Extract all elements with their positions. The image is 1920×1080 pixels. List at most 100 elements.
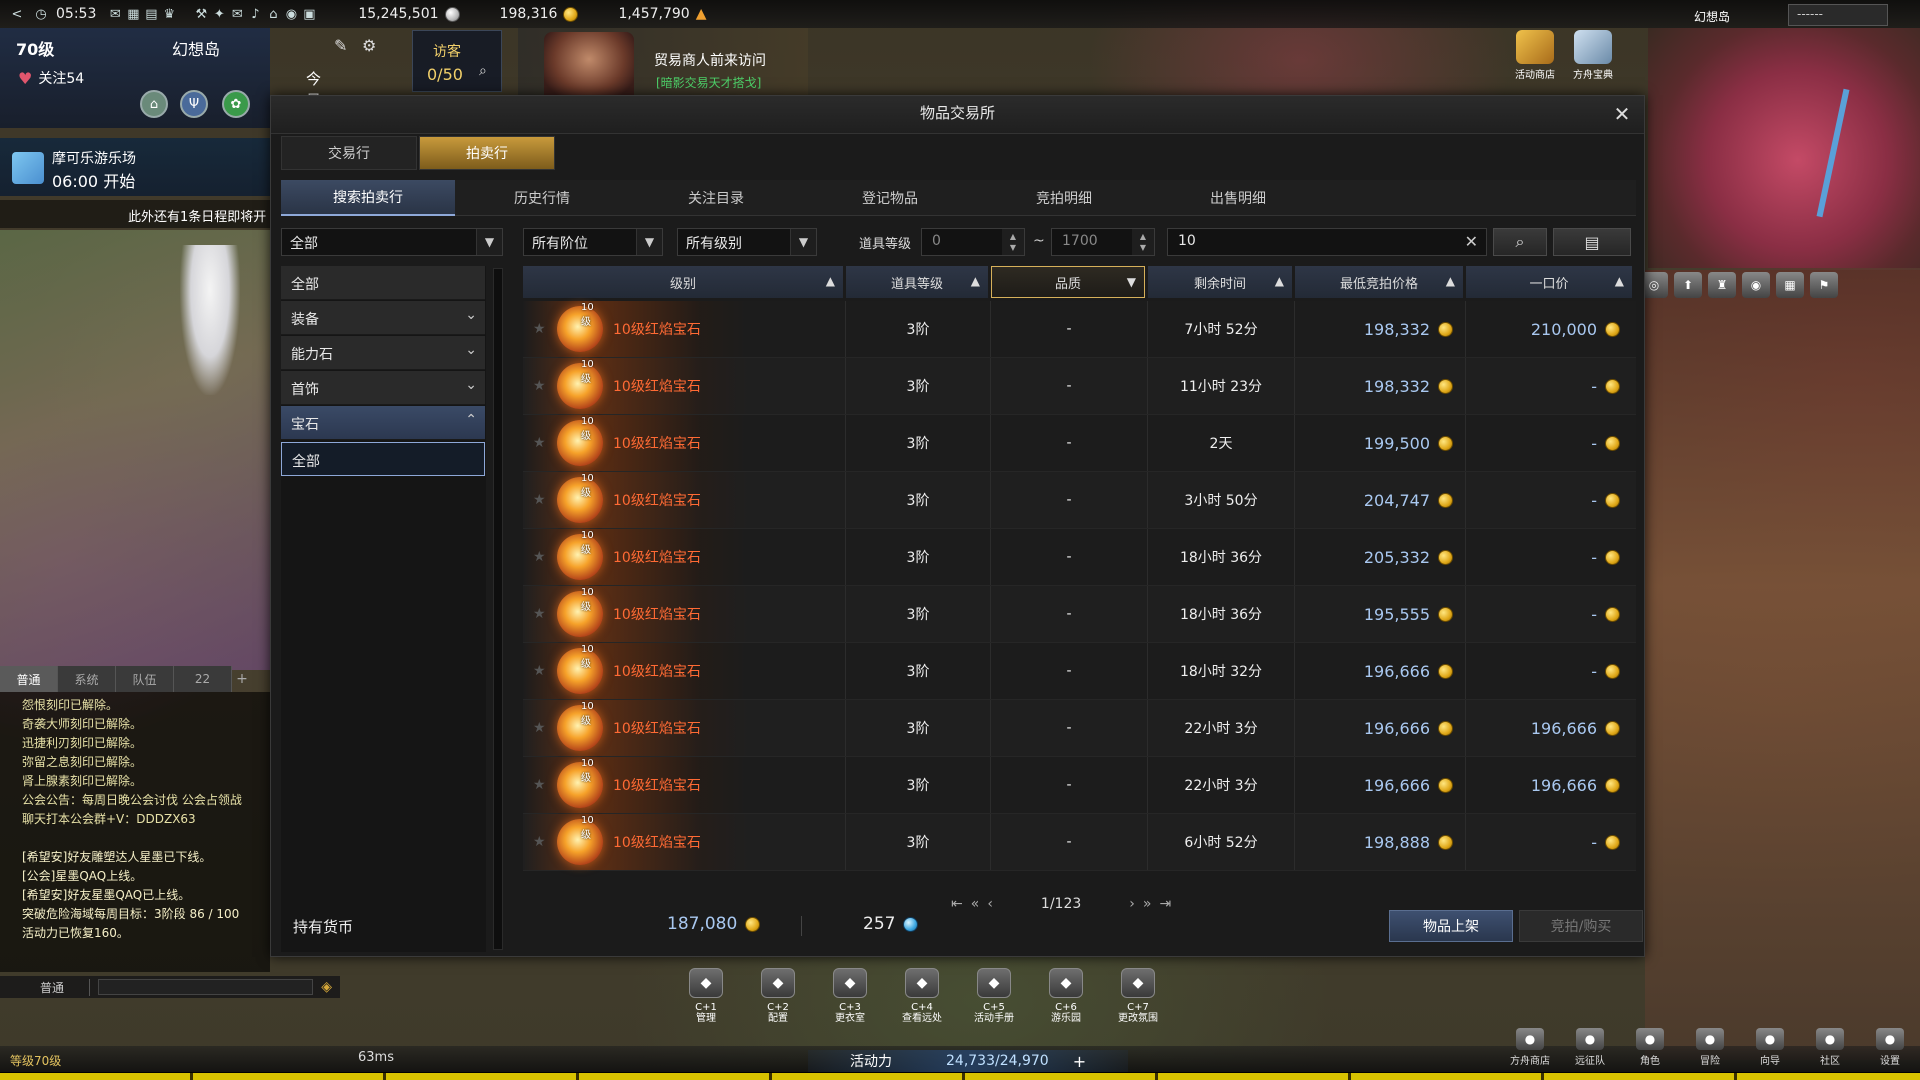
column-time-left[interactable]: 剩余时间 ▲	[1148, 266, 1292, 298]
storage-icon[interactable]: ▦	[1776, 272, 1804, 298]
add-activity-icon[interactable]: +	[1073, 1052, 1086, 1071]
hotkey-button[interactable]: ◆ C+6 游乐园	[1040, 968, 1092, 1032]
favorite-icon[interactable]: ★	[533, 549, 546, 565]
tool-icon[interactable]: ⚒	[192, 5, 210, 23]
home-icon[interactable]: ⌂	[264, 5, 282, 23]
add-tab-icon[interactable]: +	[232, 666, 252, 692]
menu-button[interactable]: ● 设置	[1868, 1028, 1912, 1067]
menu-button[interactable]: ● 社区	[1808, 1028, 1852, 1067]
chat-tab-normal[interactable]: 普通	[0, 666, 58, 692]
flag-icon[interactable]: ⚑	[1810, 272, 1838, 298]
menu-button[interactable]: ● 角色	[1628, 1028, 1672, 1067]
table-row[interactable]: ★ 10级 10级红焰宝石 3阶 - 18小时 36分 205,332 -	[523, 529, 1636, 586]
table-row[interactable]: ★ 10级 10级红焰宝石 3阶 - 2天 199,500 -	[523, 415, 1636, 472]
category-accessory[interactable]: 首饰 ⌄	[281, 371, 485, 405]
search-button[interactable]: ⌕	[1493, 228, 1547, 256]
tab-auction[interactable]: 拍卖行	[419, 136, 555, 170]
chat-input[interactable]	[98, 979, 314, 995]
favorite-icon[interactable]: ★	[533, 834, 546, 850]
search-icon[interactable]: ⌕	[479, 63, 487, 79]
close-icon[interactable]: ✕	[1610, 102, 1634, 126]
sub-tab-register[interactable]: 登记物品	[803, 180, 977, 216]
navigate-icon[interactable]: ⬆	[1674, 272, 1702, 298]
hotkey-button[interactable]: ◆ C+7 更改氛围	[1112, 968, 1164, 1032]
column-quality[interactable]: 品质 ▼	[991, 266, 1145, 298]
subcategory-gem-all[interactable]: 全部	[281, 442, 485, 476]
merchant-banner[interactable]: 贸易商人前来访问 [暗影交易天才搭戈]	[518, 28, 808, 100]
minimap[interactable]	[1648, 28, 1920, 268]
menu-button[interactable]: ● 远征队	[1568, 1028, 1612, 1067]
search-input[interactable]: 10 ✕	[1167, 228, 1487, 256]
list-item-button[interactable]: 物品上架	[1389, 910, 1513, 942]
level-max-input[interactable]: 1700 ▲ ▼	[1051, 228, 1155, 256]
bid-buy-button[interactable]: 竞拍/购买	[1519, 910, 1643, 942]
sub-tab-sales[interactable]: 出售明细	[1151, 180, 1325, 216]
table-row[interactable]: ★ 10级 10级红焰宝石 3阶 - 18小时 36分 195,555 -	[523, 586, 1636, 643]
visitor-box[interactable]: 访客 0/50 ⌕	[412, 30, 502, 92]
favorite-icon[interactable]: ★	[533, 606, 546, 622]
house-button[interactable]: ⌂	[140, 90, 168, 118]
camera-icon[interactable]: ◉	[1742, 272, 1770, 298]
chat-icon[interactable]: ✉	[106, 5, 124, 23]
sub-tab-watchlist[interactable]: 关注目录	[629, 180, 803, 216]
ticket-icon[interactable]: ▣	[300, 5, 318, 23]
favorite-icon[interactable]: ★	[533, 492, 546, 508]
category-all[interactable]: 全部	[281, 266, 485, 300]
gear-icon[interactable]: ⚙	[362, 36, 376, 55]
event-shop-button[interactable]: 活动商店	[1510, 30, 1560, 81]
hotkey-button[interactable]: ◆ C+4 查看远处	[896, 968, 948, 1032]
crown-icon[interactable]: ♛	[160, 5, 178, 23]
schedule-panel[interactable]: 摩可乐游乐场 06:00 开始	[0, 138, 270, 196]
column-item-level[interactable]: 道具等级 ▲	[846, 266, 988, 298]
level-min-input[interactable]: 0 ▲ ▼	[921, 228, 1025, 256]
table-row[interactable]: ★ 10级 10级红焰宝石 3阶 - 11小时 23分 198,332 -	[523, 358, 1636, 415]
sub-tab-search[interactable]: 搜索拍卖行	[281, 180, 455, 216]
category-ability-stone[interactable]: 能力石 ⌄	[281, 336, 485, 370]
category-dropdown[interactable]: 全部 ▼	[281, 228, 503, 256]
menu-button[interactable]: ● 冒险	[1688, 1028, 1732, 1067]
column-buyout[interactable]: 一口价 ▲	[1466, 266, 1632, 298]
stepper-icon[interactable]: ▲ ▼	[1132, 229, 1154, 255]
favorite-icon[interactable]: ★	[533, 663, 546, 679]
sub-tab-bids[interactable]: 竞拍明细	[977, 180, 1151, 216]
favorite-icon[interactable]: ★	[533, 720, 546, 736]
paw-button[interactable]: ✿	[222, 90, 250, 118]
hotkey-button[interactable]: ◆ C+5 活动手册	[968, 968, 1020, 1032]
utensils-button[interactable]: Ψ	[180, 90, 208, 118]
chat-tab-custom[interactable]: 22	[174, 666, 232, 692]
tier-dropdown[interactable]: 所有阶位 ▼	[523, 228, 663, 256]
menu-button[interactable]: ● 向导	[1748, 1028, 1792, 1067]
chat-mode[interactable]: 普通	[0, 978, 90, 996]
chat-tab-system[interactable]: 系统	[58, 666, 116, 692]
table-row[interactable]: ★ 10级 10级红焰宝石 3阶 - 22小时 3分 196,666 196,6…	[523, 700, 1636, 757]
tab-exchange[interactable]: 交易行	[281, 136, 417, 170]
grade-dropdown[interactable]: 所有级别 ▼	[677, 228, 817, 256]
calendar-icon[interactable]: ▦	[124, 5, 142, 23]
stepper-icon[interactable]: ▲ ▼	[1002, 229, 1024, 255]
advanced-search-button[interactable]: ▤	[1553, 228, 1631, 256]
chat-tab-party[interactable]: 队伍	[116, 666, 174, 692]
coins-icon[interactable]: ◉	[282, 5, 300, 23]
favorite-icon[interactable]: ★	[533, 321, 546, 337]
hotkey-button[interactable]: ◆ C+3 更衣室	[824, 968, 876, 1032]
bell-icon[interactable]: ♪	[246, 5, 264, 23]
table-row[interactable]: ★ 10级 10级红焰宝石 3阶 - 6小时 52分 198,888 -	[523, 814, 1636, 871]
category-gem[interactable]: 宝石 ⌃	[281, 406, 485, 440]
ark-guide-button[interactable]: 方舟宝典	[1568, 30, 1618, 81]
column-min-bid[interactable]: 最低竞拍价格 ▲	[1295, 266, 1463, 298]
gift-icon[interactable]: ✦	[210, 5, 228, 23]
favorite-icon[interactable]: ★	[533, 378, 546, 394]
party-icon[interactable]: ♜	[1708, 272, 1736, 298]
mail-icon[interactable]: ▤	[142, 5, 160, 23]
favorite-icon[interactable]: ★	[533, 435, 546, 451]
clear-icon[interactable]: ✕	[1465, 232, 1478, 251]
table-row[interactable]: ★ 10级 10级红焰宝石 3阶 - 7小时 52分 198,332 210,0…	[523, 301, 1636, 358]
hotkey-button[interactable]: ◆ C+1 管理	[680, 968, 732, 1032]
emote-icon[interactable]: ◈	[321, 979, 332, 995]
sub-tab-history[interactable]: 历史行情	[455, 180, 629, 216]
menu-button[interactable]: ● 方舟商店	[1508, 1028, 1552, 1067]
channel-select[interactable]: ------	[1788, 4, 1888, 26]
back-icon[interactable]: <	[8, 5, 26, 23]
column-grade[interactable]: 级别 ▲	[523, 266, 843, 298]
table-row[interactable]: ★ 10级 10级红焰宝石 3阶 - 18小时 32分 196,666 -	[523, 643, 1636, 700]
